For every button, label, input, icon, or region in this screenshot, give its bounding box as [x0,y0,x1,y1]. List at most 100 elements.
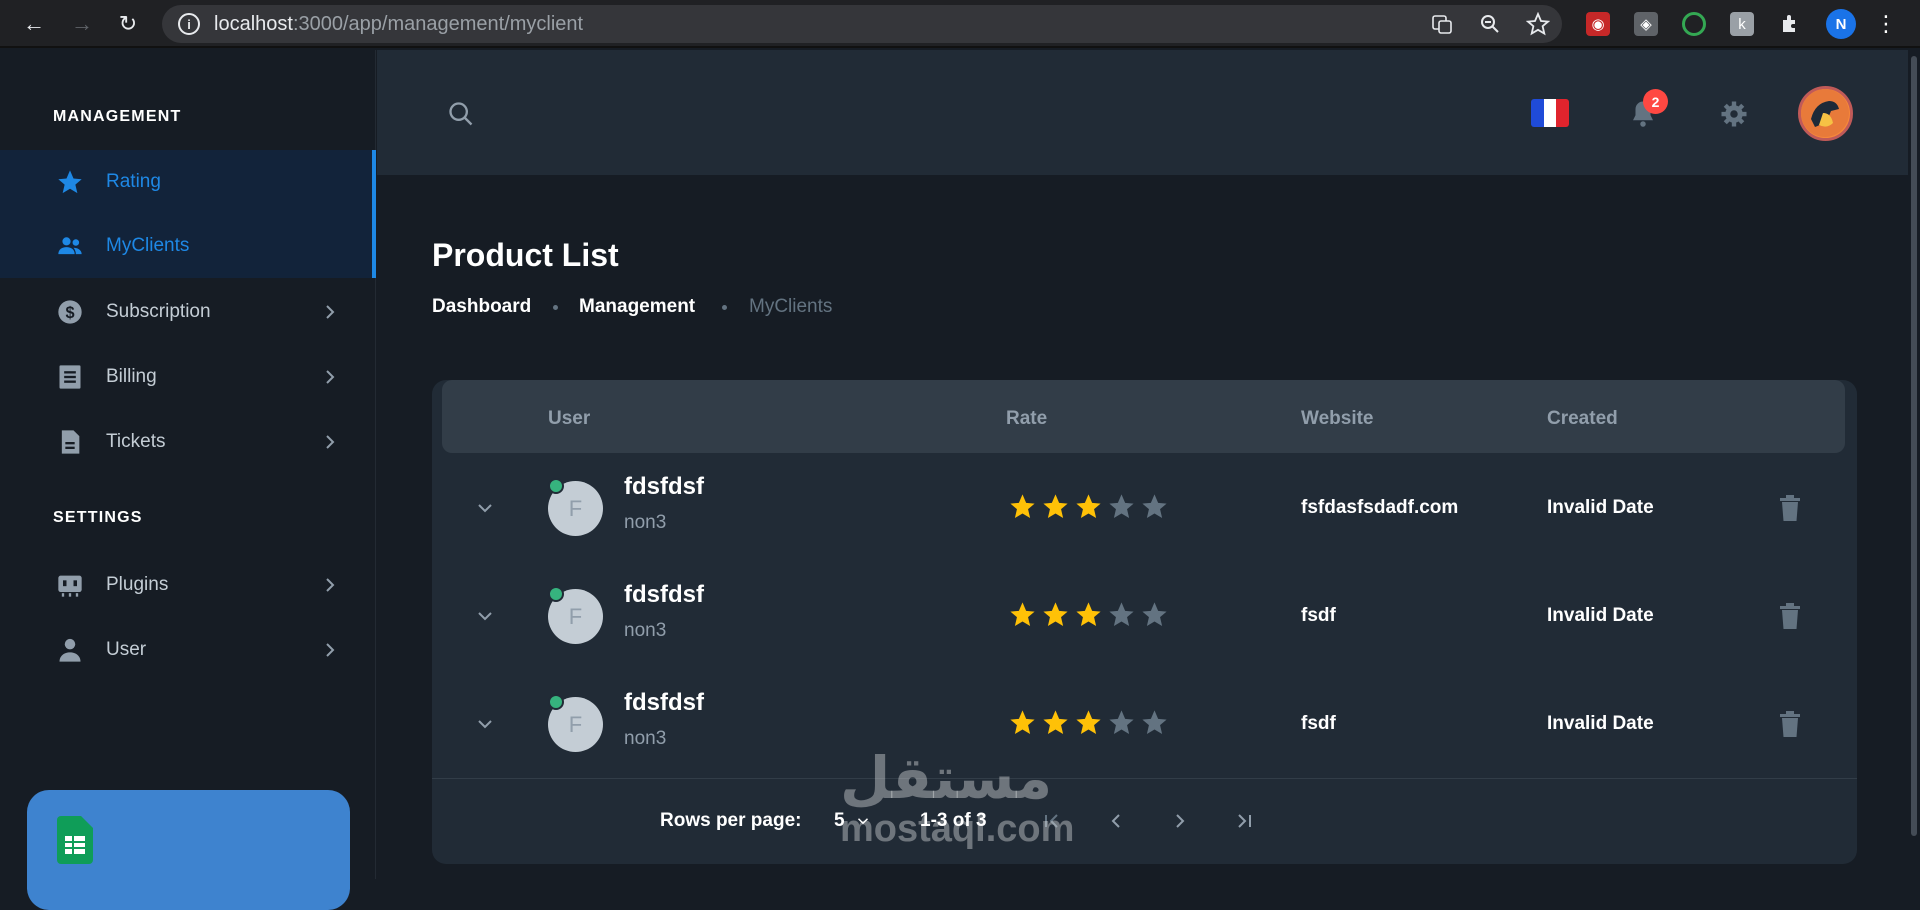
chevron-right-icon [326,305,335,319]
browser-menu-icon[interactable]: ⋮ [1874,11,1898,36]
gear-icon[interactable] [1719,99,1749,129]
search-icon[interactable] [447,100,475,128]
trash-icon [1778,495,1802,526]
sidebar-item-user[interactable]: User [0,618,376,682]
online-status-dot [548,478,564,494]
rating-stars[interactable] [1008,492,1169,521]
bookmark-star-icon[interactable] [1526,12,1550,36]
online-status-dot [548,694,564,710]
star-filled-icon[interactable] [1041,492,1070,521]
sidebar-item-myclients[interactable]: MyClients [0,214,376,278]
expand-row-button[interactable] [473,604,497,628]
sidebar-item-label: Billing [106,366,157,387]
sidebar-item-plugins[interactable]: Plugins [0,553,376,617]
user-name: fdsfdsf [624,473,704,500]
extension-red-icon[interactable]: ◉ [1586,12,1610,36]
google-sheets-icon [57,816,93,864]
previous-page-button[interactable] [1101,806,1131,836]
user-subtitle: non3 [624,620,667,641]
created-cell: Invalid Date [1547,713,1654,734]
created-cell: Invalid Date [1547,497,1654,518]
translate-icon[interactable] [1430,12,1454,36]
url-path: :3000/app/management/myclient [292,12,584,35]
extension-grey-icon[interactable]: k [1730,12,1754,36]
star-filled-icon[interactable] [1074,600,1103,629]
star-filled-icon[interactable] [1041,600,1070,629]
sidebar-item-billing[interactable]: Billing [0,345,376,409]
star-icon [54,166,86,198]
language-flag-icon[interactable] [1531,99,1569,127]
watermark-arabic: مستقل [840,746,1053,811]
rating-stars[interactable] [1008,708,1169,737]
star-filled-icon[interactable] [1008,600,1037,629]
column-header-rate[interactable]: Rate [1006,408,1047,430]
delete-button[interactable] [1778,602,1802,630]
notification-badge: 2 [1643,89,1668,114]
people-icon [54,230,86,262]
star-empty-icon[interactable] [1140,708,1169,737]
star-empty-icon[interactable] [1140,492,1169,521]
star-empty-icon[interactable] [1140,600,1169,629]
page-scrollbar[interactable] [1908,50,1920,879]
expand-row-button[interactable] [473,496,497,520]
star-empty-icon[interactable] [1107,708,1136,737]
user-name: fdsfdsf [624,581,704,608]
extension-shield-icon[interactable]: ◈ [1634,12,1658,36]
watermark: مستقل mostaql.com [840,750,1074,851]
user-name: fdsfdsf [624,689,704,716]
browser-toolbar: ← → ↻ i localhost:3000/app/management/my… [0,0,1920,48]
rating-stars[interactable] [1008,600,1169,629]
column-header-created[interactable]: Created [1547,408,1618,430]
user-subtitle: non3 [624,512,667,533]
extension-ring-icon[interactable] [1682,12,1706,36]
delete-button[interactable] [1778,710,1802,738]
chevron-right-icon [326,578,335,592]
url-host: localhost [214,12,293,35]
website-cell: fsdf [1301,713,1336,734]
website-cell: fsdf [1301,605,1336,626]
sidebar-item-label: Rating [106,171,161,192]
svg-text:$: $ [65,304,74,322]
sidebar-item-rating[interactable]: Rating [0,150,376,214]
expand-row-button[interactable] [473,712,497,736]
next-page-button[interactable] [1165,806,1195,836]
sidebar-heading-management: MANAGEMENT [53,108,182,125]
info-icon[interactable]: i [178,13,200,35]
breadcrumb-separator [722,305,727,310]
star-filled-icon[interactable] [1008,492,1037,521]
breadcrumb-management[interactable]: Management [579,296,695,318]
address-bar[interactable]: i localhost:3000/app/management/myclient [162,5,1562,43]
sidebar-item-tickets[interactable]: Tickets [0,410,376,474]
forward-icon[interactable]: → [68,10,96,38]
created-cell: Invalid Date [1547,605,1654,626]
reload-icon[interactable]: ↻ [114,10,142,38]
document-icon [54,426,86,458]
breadcrumb-dashboard[interactable]: Dashboard [432,296,531,318]
sidebar-item-label: MyClients [106,235,190,256]
scrollbar-thumb[interactable] [1911,56,1917,836]
delete-button[interactable] [1778,494,1802,522]
account-avatar[interactable] [1798,86,1853,141]
profile-avatar[interactable]: N [1826,9,1856,39]
sidebar-item-subscription[interactable]: $ Subscription [0,280,376,344]
extensions-puzzle-icon[interactable] [1778,12,1802,36]
star-filled-icon[interactable] [1041,708,1070,737]
zoom-out-icon[interactable] [1478,12,1502,36]
table-footer-divider [432,778,1857,779]
star-empty-icon[interactable] [1107,492,1136,521]
promo-card[interactable] [27,790,350,910]
sidebar-item-label: Subscription [106,301,211,322]
star-filled-icon[interactable] [1074,492,1103,521]
last-page-button[interactable] [1229,806,1259,836]
user-icon [54,634,86,666]
user-subtitle: non3 [624,728,667,749]
star-empty-icon[interactable] [1107,600,1136,629]
star-filled-icon[interactable] [1008,708,1037,737]
column-header-website[interactable]: Website [1301,408,1374,430]
back-icon[interactable]: ← [20,10,48,38]
chevron-right-icon [1176,814,1185,828]
plugin-icon [54,569,86,601]
star-filled-icon[interactable] [1074,708,1103,737]
column-header-user[interactable]: User [548,408,590,430]
breadcrumb-separator [553,305,558,310]
